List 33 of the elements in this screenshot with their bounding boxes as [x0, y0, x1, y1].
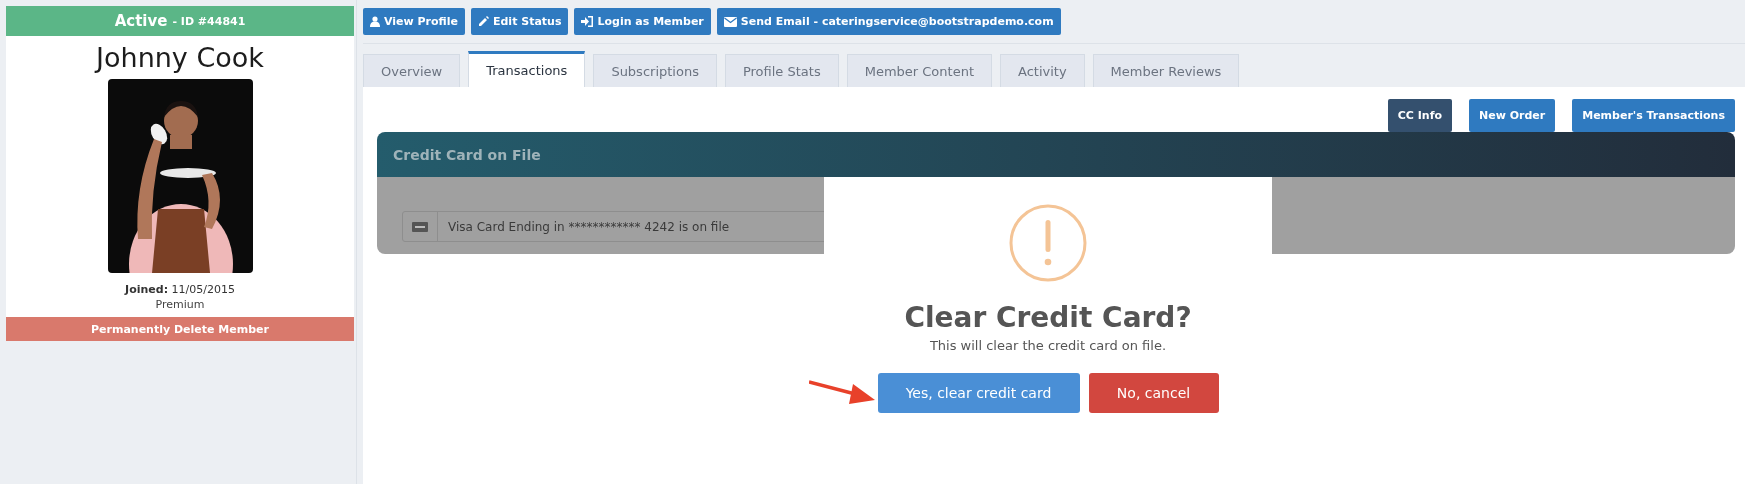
envelope-icon	[723, 16, 737, 27]
tab[interactable]: Subscriptions	[593, 54, 717, 87]
tab[interactable]: Profile Stats	[724, 54, 839, 87]
action-button[interactable]: View Profile	[363, 8, 465, 35]
joined-date: Joined: 11/05/2015	[125, 283, 235, 296]
action-button[interactable]: Send Email - cateringservice@bootstrapdemo.com	[716, 8, 1061, 35]
member-name: Johnny Cook	[96, 42, 264, 73]
panel-button[interactable]: CC Info	[1387, 99, 1452, 132]
annotation-arrow	[809, 379, 875, 405]
confirm-button[interactable]: Yes, clear credit card	[877, 373, 1080, 413]
sign-in-icon	[581, 16, 594, 27]
panel-button[interactable]: Member's Transactions	[1572, 99, 1735, 132]
tab[interactable]: Member Reviews	[1092, 54, 1240, 87]
panel-button[interactable]: New Order	[1469, 99, 1556, 132]
member-id: - ID #44841	[172, 14, 246, 28]
user-icon	[370, 16, 380, 27]
pencil-icon	[478, 16, 489, 27]
tab[interactable]: Activity	[1000, 54, 1085, 87]
membership-plan: Premium	[155, 298, 205, 311]
card-text: Visa Card Ending in ************ 4242 is on file	[447, 218, 730, 236]
tab[interactable]: Overview	[363, 54, 461, 87]
dialog-title: Clear Credit Card?	[904, 301, 1192, 334]
tab[interactable]: Transactions	[468, 51, 586, 87]
panel-title: Credit Card on File	[393, 146, 541, 163]
cancel-button[interactable]: No, cancel	[1088, 373, 1219, 413]
action-button[interactable]: Login as Member	[574, 8, 711, 35]
card-icon	[412, 221, 428, 232]
action-button[interactable]: Edit Status	[471, 8, 569, 35]
dialog-message: This will clear the credit card on file.	[929, 338, 1167, 353]
status-label: Active	[114, 12, 168, 30]
delete-member-button[interactable]: Permanently Delete Member	[6, 317, 354, 341]
tab[interactable]: Member Content	[846, 54, 992, 87]
warning-icon	[1008, 203, 1088, 283]
